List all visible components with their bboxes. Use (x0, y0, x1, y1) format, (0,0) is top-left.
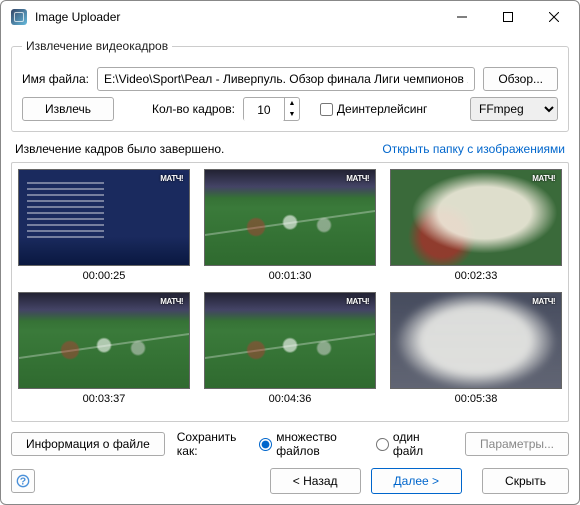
spin-up-icon[interactable]: ▲ (285, 98, 299, 109)
svg-text:?: ? (20, 476, 26, 488)
help-icon: ? (16, 474, 30, 488)
timestamp: 00:00:25 (83, 270, 126, 282)
watermark: МАТЧ! (532, 297, 555, 306)
thumbnail[interactable]: МАТЧ! 00:02:33 (390, 169, 562, 282)
timestamp: 00:01:30 (269, 270, 312, 282)
params-button[interactable]: Параметры... (465, 432, 569, 456)
help-button[interactable]: ? (11, 469, 35, 493)
frames-input[interactable] (244, 98, 284, 122)
thumbnails-panel[interactable]: МАТЧ! 00:00:25 МАТЧ! 00:01:30 МАТЧ! 00:0… (11, 162, 569, 422)
spin-down-icon[interactable]: ▼ (285, 109, 299, 120)
watermark: МАТЧ! (346, 297, 369, 306)
close-button[interactable] (531, 2, 577, 32)
timestamp: 00:04:36 (269, 393, 312, 405)
timestamp: 00:03:37 (83, 393, 126, 405)
engine-select[interactable]: FFmpeg (470, 97, 558, 121)
frames-spinner[interactable]: ▲ ▼ (243, 97, 300, 121)
hide-button[interactable]: Скрыть (482, 468, 569, 494)
file-info-button[interactable]: Информация о файле (11, 432, 165, 456)
save-as-label: Сохранить как: (177, 430, 248, 458)
maximize-button[interactable] (485, 2, 531, 32)
extraction-group: Извлечение видеокадров Имя файла: Обзор.… (11, 39, 569, 132)
watermark: МАТЧ! (346, 174, 369, 183)
filename-label: Имя файла: (22, 72, 89, 86)
radio-single-file[interactable]: один файл (376, 430, 441, 458)
group-legend: Извлечение видеокадров (22, 39, 172, 53)
next-button[interactable]: Далее > (371, 468, 463, 494)
deinterlace-checkbox[interactable]: Деинтерлейсинг (320, 102, 428, 116)
minimize-button[interactable] (439, 2, 485, 32)
thumbnail[interactable]: МАТЧ! 00:03:37 (18, 292, 190, 405)
thumbnail[interactable]: МАТЧ! 00:01:30 (204, 169, 376, 282)
timestamp: 00:05:38 (455, 393, 498, 405)
extract-button[interactable]: Извлечь (22, 97, 114, 121)
open-folder-link[interactable]: Открыть папку с изображениями (382, 142, 565, 156)
watermark: МАТЧ! (160, 174, 183, 183)
thumbnail[interactable]: МАТЧ! 00:04:36 (204, 292, 376, 405)
back-button[interactable]: < Назад (270, 468, 361, 494)
frames-label: Кол-во кадров: (152, 102, 235, 116)
thumbnail[interactable]: МАТЧ! 00:05:38 (390, 292, 562, 405)
timestamp: 00:02:33 (455, 270, 498, 282)
titlebar: Image Uploader (1, 1, 579, 33)
filename-input[interactable] (97, 67, 475, 91)
radio-multiple-files[interactable]: множество файлов (259, 430, 364, 458)
status-message: Извлечение кадров было завершено. (15, 142, 224, 156)
thumbnail[interactable]: МАТЧ! 00:00:25 (18, 169, 190, 282)
browse-button[interactable]: Обзор... (483, 67, 558, 91)
app-icon (11, 9, 27, 25)
watermark: МАТЧ! (160, 297, 183, 306)
watermark: МАТЧ! (532, 174, 555, 183)
window-title: Image Uploader (35, 10, 439, 24)
